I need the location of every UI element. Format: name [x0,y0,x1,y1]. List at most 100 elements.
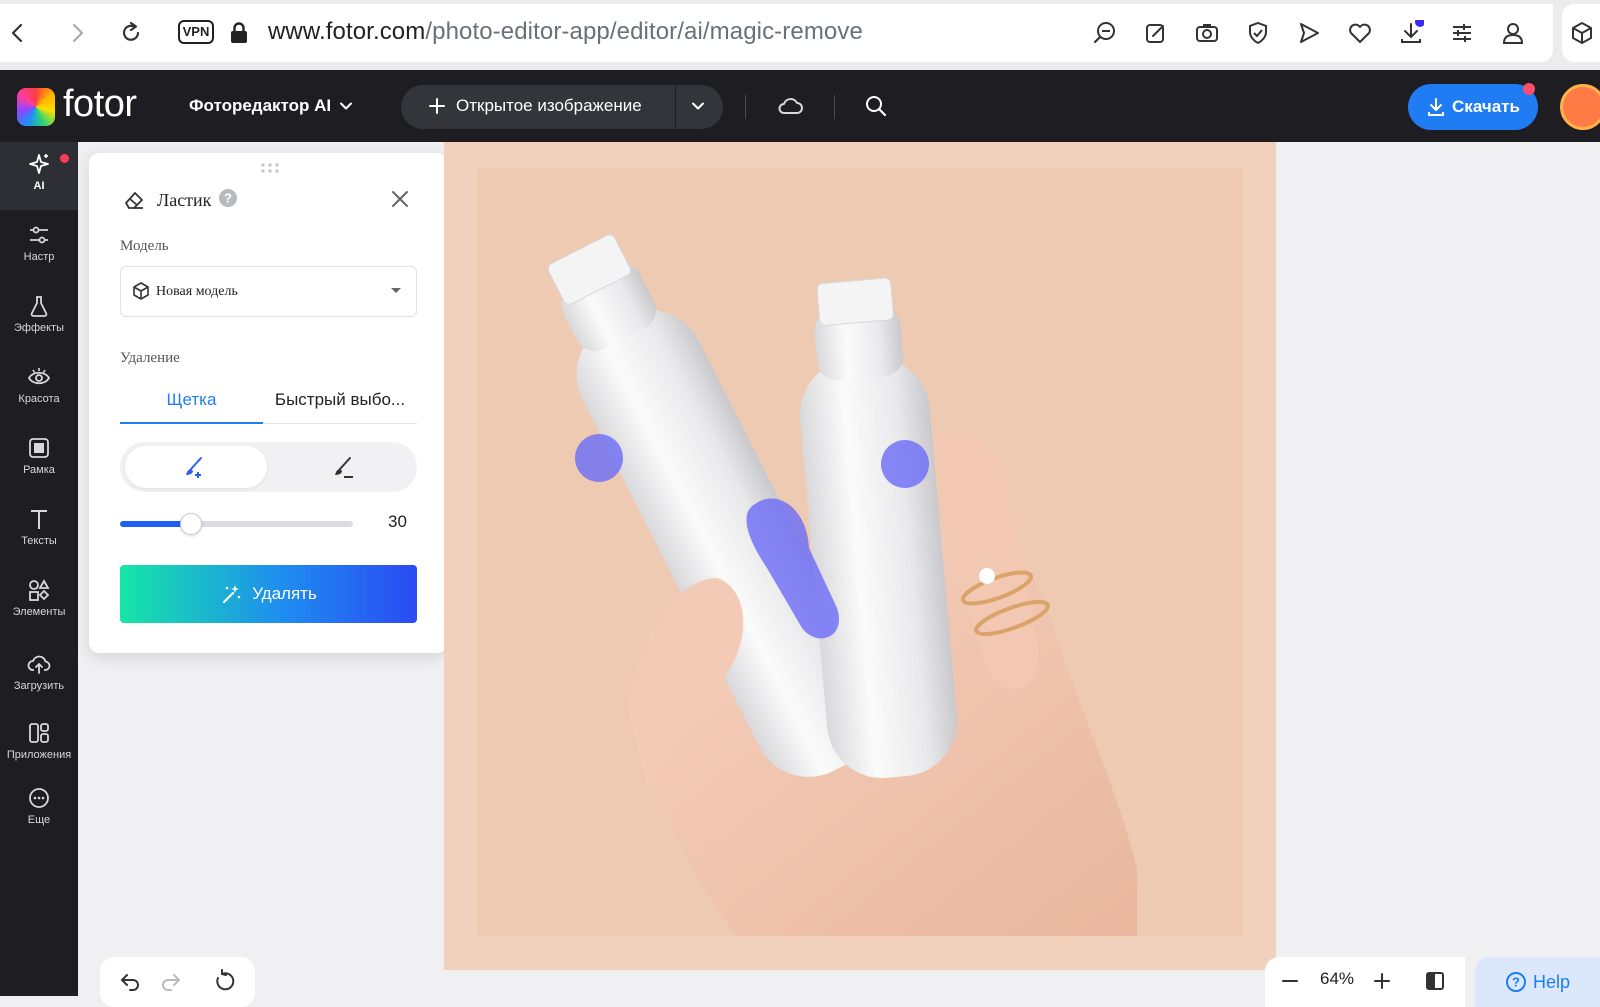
svg-text:?: ? [224,191,232,206]
ai-notification-dot [60,154,69,163]
download-icon [1428,98,1445,116]
compare-icon[interactable] [1424,970,1446,992]
open-options-chevron-icon[interactable] [690,98,706,114]
forward-icon[interactable] [65,20,91,46]
sparkle-icon [29,154,49,174]
split-divider [675,85,676,129]
rail-item-label: Приложения [6,749,72,761]
send-icon[interactable] [1296,20,1322,46]
rail-item-label: Тексты [21,535,57,547]
brush-subtract-icon[interactable] [331,455,355,479]
help-button[interactable]: ? Help [1475,957,1600,1007]
url-host: www.fotor.com [268,18,426,45]
header-divider [834,95,835,119]
eraser-icon [122,188,146,212]
brush-size-thumb[interactable] [179,513,202,535]
rail-item-label: Эффекты [13,322,64,334]
plus-icon [429,98,445,114]
avatar[interactable] [1560,84,1600,130]
search-icon[interactable] [864,94,888,118]
editor-mode-label: Фоторедактор AI [189,96,332,115]
reload-icon[interactable] [118,20,144,46]
rail-item-5[interactable]: Рамка [0,426,78,494]
zoom-level[interactable]: 64% [1320,969,1354,989]
back-icon[interactable] [4,20,30,46]
cloud-icon[interactable] [776,94,804,118]
removal-label: Удаление [120,350,180,366]
tab-brush[interactable]: Щетка [120,382,263,424]
model-cube-icon [131,281,151,301]
heart-icon[interactable] [1347,20,1373,46]
eye-icon [27,368,51,385]
rail-item-8[interactable]: Загрузить [0,642,78,710]
close-icon[interactable] [390,189,410,209]
reset-icon[interactable] [212,969,236,993]
help-label: Help [1532,971,1571,992]
rail-item-9[interactable]: Приложения [0,711,78,779]
zoom-out-icon[interactable] [1280,971,1300,991]
rail-item-label: Загрузить [13,680,65,692]
camera-icon[interactable] [1194,20,1220,46]
rail-item-6[interactable]: Тексты [0,497,78,565]
header-divider [745,95,746,119]
vpn-badge[interactable]: VPN [178,20,214,44]
url-path: /photo-editor-app/editor/ai/magic-remove [425,18,863,45]
panel-title: Ластик [157,190,212,210]
fotor-logo-icon[interactable] [17,88,55,126]
chevron-down-icon [340,102,353,110]
zoom-in-icon[interactable] [1372,971,1392,991]
rail-item-7[interactable]: Элементы [0,568,78,636]
drag-handle-icon[interactable] [259,162,281,174]
settings-sliders-icon[interactable] [1449,20,1475,46]
svg-text:?: ? [1512,975,1520,990]
address-bar[interactable]: www.fotor.com/photo-editor-app/editor/ai… [268,18,863,46]
model-label: Модель [120,238,169,254]
upload-cloud-icon [27,655,51,674]
help-icon: ? [1505,972,1526,992]
help-circle-icon[interactable]: ? [219,189,237,207]
open-image-label: Открытое изображение [456,96,642,115]
lock-icon[interactable] [226,20,252,46]
profile-icon[interactable] [1500,20,1526,46]
rail-item-label: Рамка [23,464,55,476]
text-icon [31,510,47,529]
download-label: Скачать [1452,97,1520,116]
rail-item-4[interactable]: Красота [0,355,78,423]
download-button[interactable]: Скачать [1408,84,1538,130]
logo-text[interactable]: fotor [63,83,137,126]
open-image-label-group[interactable]: Открытое изображение [428,96,642,116]
search-page-icon[interactable] [1092,20,1118,46]
rail-item-label: Красота [18,393,60,405]
cube-icon[interactable] [1569,20,1595,46]
rail-item-3[interactable]: Эффекты [0,284,78,352]
downloads-icon[interactable] [1398,20,1424,46]
sliders-icon [30,226,48,244]
tab-quick-select[interactable]: Быстрый выбо... [263,382,417,424]
rail-item-label: AI [33,180,45,192]
redo-icon[interactable] [159,969,183,993]
rail-item-label: Элементы [12,606,66,618]
rail-item-label: Еще [27,814,51,826]
undo-icon[interactable] [118,969,142,993]
rail-item-2[interactable]: Настр [0,213,78,281]
select-caret-icon [390,287,402,295]
edit-icon[interactable] [1143,20,1169,46]
frame-icon [29,438,49,458]
brush-size-value: 30 [388,512,407,531]
remove-button[interactable]: Удалять [120,565,417,623]
photo-illustration [477,168,1243,936]
shapes-icon [29,579,50,601]
rail-item-10[interactable]: Еще [0,776,78,844]
apps-icon [29,723,49,743]
editor-mode-menu[interactable]: Фоторедактор AI [189,96,353,116]
photo-image[interactable] [477,168,1243,936]
more-icon [29,788,49,808]
model-value: Новая модель [156,284,238,299]
flask-icon [30,296,48,317]
rail-item-label: Настр [23,251,55,263]
magic-wand-icon [223,585,241,604]
shield-icon[interactable] [1245,20,1271,46]
brush-add-icon [183,455,207,479]
rail-item-1[interactable]: AI [0,142,78,210]
notification-dot [1523,83,1535,95]
